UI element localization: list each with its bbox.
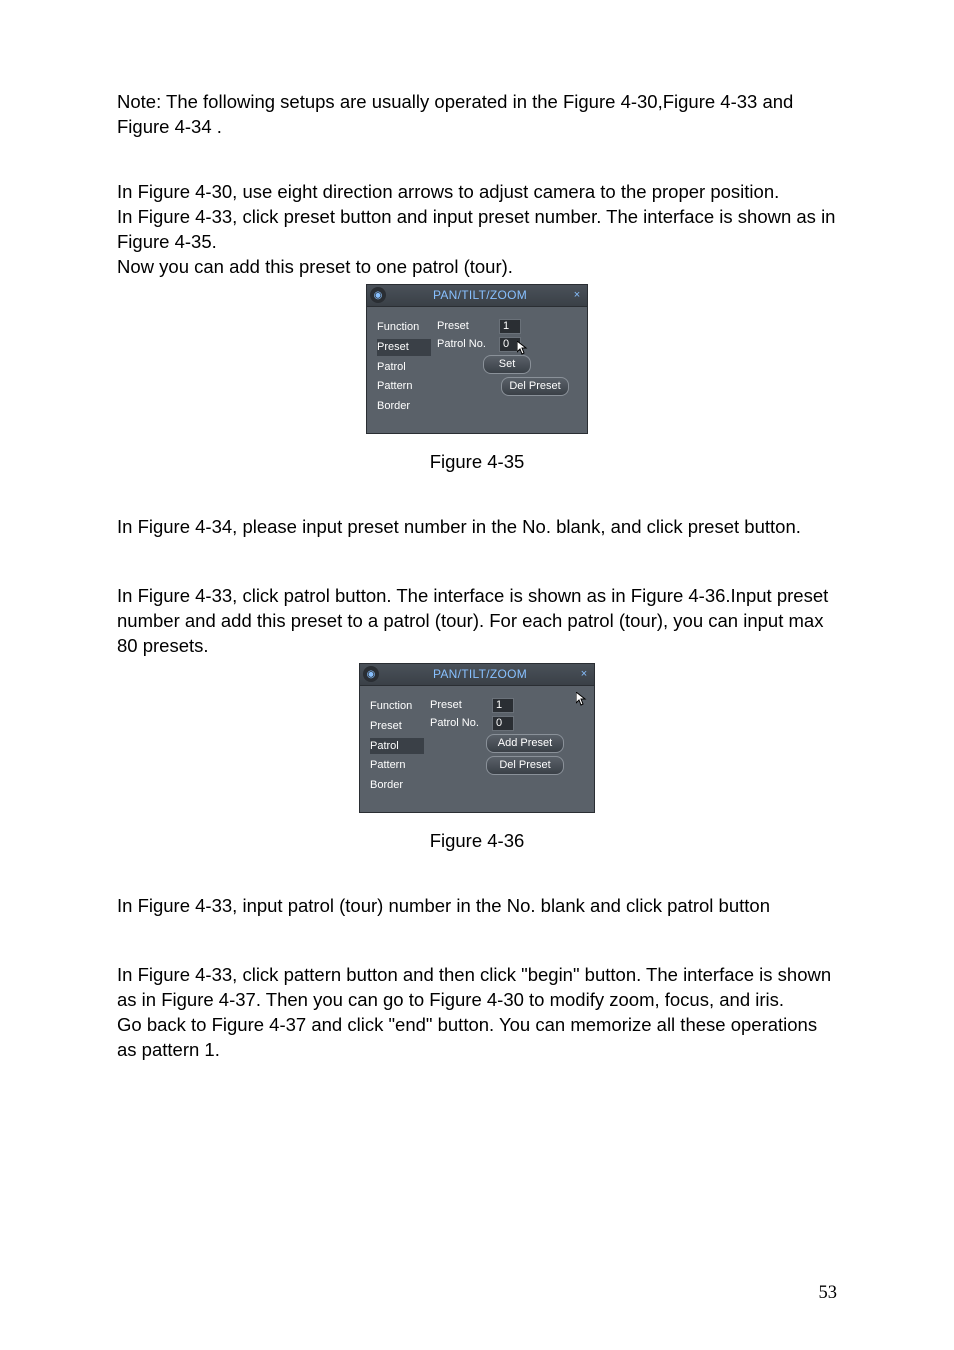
- function-list: Function Preset Patrol Pattern Border: [370, 698, 424, 794]
- function-item-pattern[interactable]: Pattern: [377, 378, 431, 395]
- patrolno-label: Patrol No.: [430, 716, 488, 731]
- function-item-border[interactable]: Border: [377, 398, 431, 415]
- function-item-preset[interactable]: Preset: [377, 339, 431, 356]
- del-preset-button[interactable]: Del Preset: [501, 377, 569, 396]
- preset-label: Preset: [437, 319, 495, 334]
- paragraph-preset-no-blank: In Figure 4-34, please input preset numb…: [117, 515, 837, 540]
- paragraph-proper-position: In Figure 4-30, use eight direction arro…: [117, 180, 837, 205]
- function-item-pattern[interactable]: Pattern: [370, 757, 424, 774]
- patrolno-input[interactable]: [492, 716, 514, 731]
- dialog-title: PAN/TILT/ZOOM: [383, 666, 577, 682]
- page-number: 53: [819, 1283, 838, 1304]
- patrolno-input[interactable]: [499, 337, 521, 352]
- function-item-patrol[interactable]: Patrol: [370, 738, 424, 755]
- paragraph-input-patrol-no: In Figure 4-33, input patrol (tour) numb…: [117, 894, 837, 919]
- dialog-titlebar: ◉ PAN/TILT/ZOOM ×: [367, 285, 587, 307]
- figure-4-36-container: ◉ PAN/TILT/ZOOM × Function Preset Patrol…: [117, 663, 837, 813]
- cursor-icon: [576, 692, 588, 710]
- function-list: Function Preset Patrol Pattern Border: [377, 319, 431, 415]
- close-icon[interactable]: ×: [570, 288, 584, 302]
- ptz-dialog-36: ◉ PAN/TILT/ZOOM × Function Preset Patrol…: [359, 663, 595, 813]
- paragraph-preset-button: In Figure 4-33, click preset button and …: [117, 205, 837, 255]
- figure-4-35-container: ◉ PAN/TILT/ZOOM × Function Preset Patrol…: [117, 284, 837, 434]
- figure-4-35-caption: Figure 4-35: [117, 450, 837, 475]
- del-preset-button[interactable]: Del Preset: [486, 756, 564, 775]
- ptz-dialog-35: ◉ PAN/TILT/ZOOM × Function Preset Patrol…: [366, 284, 588, 434]
- figure-4-36-caption: Figure 4-36: [117, 829, 837, 854]
- function-item-preset[interactable]: Preset: [370, 718, 424, 735]
- dialog-titlebar: ◉ PAN/TILT/ZOOM ×: [360, 664, 594, 686]
- function-item-border[interactable]: Border: [370, 777, 424, 794]
- add-preset-button[interactable]: Add Preset: [486, 734, 564, 753]
- function-item-function[interactable]: Function: [377, 319, 431, 336]
- paragraph-add-preset: Now you can add this preset to one patro…: [117, 255, 837, 280]
- function-item-function[interactable]: Function: [370, 698, 424, 715]
- patrolno-label: Patrol No.: [437, 337, 495, 352]
- note-paragraph: Note: The following setups are usually o…: [117, 90, 837, 140]
- set-button[interactable]: Set: [483, 355, 531, 374]
- close-icon[interactable]: ×: [577, 667, 591, 681]
- preset-input[interactable]: [492, 698, 514, 713]
- paragraph-pattern-end: Go back to Figure 4-37 and click "end" b…: [117, 1013, 837, 1063]
- dialog-logo-icon: ◉: [370, 287, 386, 303]
- paragraph-pattern-begin: In Figure 4-33, click pattern button and…: [117, 963, 837, 1013]
- paragraph-patrol-button: In Figure 4-33, click patrol button. The…: [117, 584, 837, 659]
- function-item-patrol[interactable]: Patrol: [377, 359, 431, 376]
- dialog-title: PAN/TILT/ZOOM: [390, 287, 570, 303]
- dialog-logo-icon: ◉: [363, 666, 379, 682]
- preset-label: Preset: [430, 698, 488, 713]
- preset-input[interactable]: [499, 319, 521, 334]
